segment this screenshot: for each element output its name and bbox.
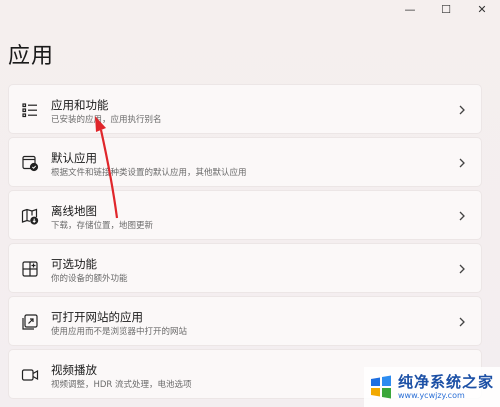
item-title: 可选功能 xyxy=(51,257,97,271)
item-title: 应用和功能 xyxy=(51,98,109,112)
chevron-right-icon xyxy=(457,155,467,169)
chevron-right-icon xyxy=(457,314,467,328)
item-title: 可打开网站的应用 xyxy=(51,310,143,324)
offline-maps-icon xyxy=(21,207,39,225)
watermark-url: www.ycwjzy.com xyxy=(398,390,465,400)
item-title: 默认应用 xyxy=(51,151,97,165)
chevron-right-icon xyxy=(457,261,467,275)
item-subtitle: 已安装的应用，应用执行别名 xyxy=(51,115,162,125)
apps-for-websites-icon xyxy=(21,313,39,331)
settings-item-offline-maps[interactable]: 离线地图 下载，存储位置，地图更新 xyxy=(8,190,482,240)
item-subtitle: 视频调整，HDR 流式处理，电池选项 xyxy=(51,380,192,390)
settings-item-default-apps[interactable]: 默认应用 根据文件和链接种类设置的默认应用，其他默认应用 xyxy=(8,137,482,187)
settings-list: 应用和功能 已安装的应用，应用执行别名 默认应用 根据文件和链接种类设置的默认应… xyxy=(8,84,482,402)
optional-features-icon xyxy=(21,260,39,278)
item-subtitle: 下载，存储位置，地图更新 xyxy=(51,221,154,231)
settings-item-optional-features[interactable]: 可选功能 你的设备的额外功能 xyxy=(8,243,482,293)
settings-item-apps-for-websites[interactable]: 可打开网站的应用 使用应用而不是浏览器中打开的网站 xyxy=(8,296,482,346)
page-title: 应用 xyxy=(8,44,55,69)
video-playback-icon xyxy=(21,366,39,384)
close-button[interactable]: ✕ xyxy=(464,0,500,18)
item-title: 视频播放 xyxy=(51,363,97,377)
watermark-logo xyxy=(368,374,394,400)
maximize-button[interactable]: ☐ xyxy=(428,0,464,18)
item-title: 离线地图 xyxy=(51,204,97,218)
default-apps-icon xyxy=(21,154,39,172)
item-subtitle: 你的设备的额外功能 xyxy=(51,274,128,284)
settings-item-apps-features[interactable]: 应用和功能 已安装的应用，应用执行别名 xyxy=(8,84,482,134)
watermark: 纯净系统之家 www.ycwjzy.com xyxy=(364,367,500,407)
apps-list-icon xyxy=(21,101,39,119)
item-subtitle: 使用应用而不是浏览器中打开的网站 xyxy=(51,327,188,337)
chevron-right-icon xyxy=(457,208,467,222)
item-subtitle: 根据文件和链接种类设置的默认应用，其他默认应用 xyxy=(51,168,247,178)
watermark-name: 纯净系统之家 xyxy=(398,372,495,391)
minimize-button[interactable]: — xyxy=(392,0,428,18)
chevron-right-icon xyxy=(457,102,467,116)
window-controls: — ☐ ✕ xyxy=(392,0,500,18)
